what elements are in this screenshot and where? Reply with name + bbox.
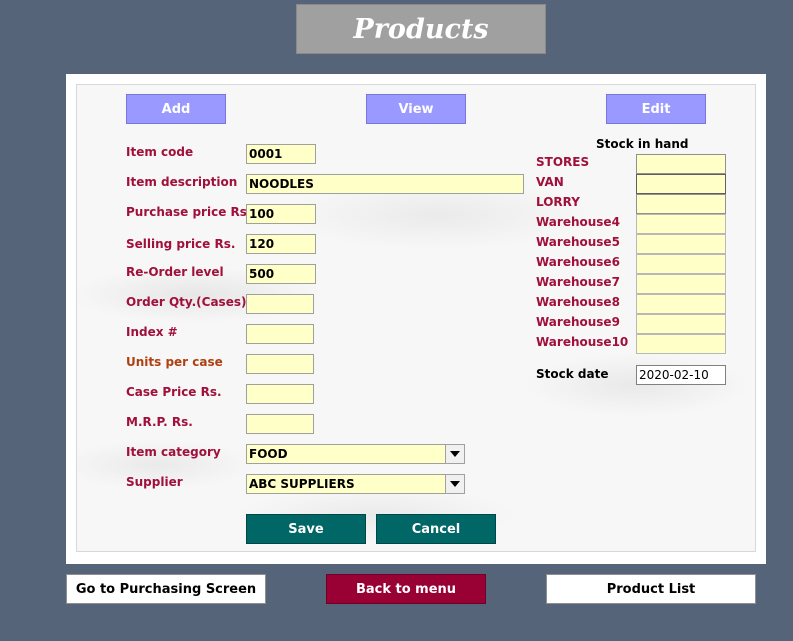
stock-location-label: Warehouse9 — [536, 315, 620, 329]
stock-date-label: Stock date — [536, 367, 609, 381]
stock-qty-field[interactable] — [636, 274, 726, 294]
stock-qty-field[interactable] — [636, 154, 726, 174]
index-field[interactable] — [246, 324, 314, 344]
reorder-level-field[interactable]: 500 — [246, 264, 316, 284]
mrp-label: M.R.P. Rs. — [126, 415, 193, 429]
stock-qty-field[interactable] — [636, 294, 726, 314]
units-per-case-field[interactable] — [246, 354, 314, 374]
stock-qty-field[interactable] — [636, 234, 726, 254]
reorder-level-label: Re-Order level — [126, 265, 224, 279]
order-qty-label: Order Qty.(Cases) — [126, 295, 247, 309]
item-description-label: Item description — [126, 175, 238, 189]
stock-location-label: Warehouse6 — [536, 255, 620, 269]
save-button[interactable]: Save — [246, 514, 366, 544]
product-list-button[interactable]: Product List — [546, 574, 756, 604]
stock-qty-field[interactable] — [636, 334, 726, 354]
item-category-select[interactable]: FOOD — [246, 444, 465, 464]
purchase-price-field[interactable]: 100 — [246, 204, 316, 224]
mrp-field[interactable] — [246, 414, 314, 434]
page-title: Products — [353, 13, 489, 45]
stock-qty-field[interactable] — [636, 214, 726, 234]
supplier-label: Supplier — [126, 475, 183, 489]
stock-qty-field[interactable] — [636, 174, 726, 194]
go-to-purchasing-button[interactable]: Go to Purchasing Screen — [66, 574, 266, 604]
supplier-select[interactable]: ABC SUPPLIERS — [246, 474, 465, 494]
view-button[interactable]: View — [366, 94, 466, 124]
stock-location-label: LORRY — [536, 195, 580, 209]
cancel-button[interactable]: Cancel — [376, 514, 496, 544]
case-price-field[interactable] — [246, 384, 314, 404]
stock-date-field[interactable]: 2020-02-10 — [636, 365, 726, 385]
case-price-label: Case Price Rs. — [126, 385, 222, 399]
stock-location-label: VAN — [536, 175, 564, 189]
selling-price-field[interactable]: 120 — [246, 234, 316, 254]
stock-location-label: STORES — [536, 155, 590, 169]
index-label: Index # — [126, 325, 178, 339]
units-per-case-label: Units per case — [126, 355, 223, 369]
edit-button[interactable]: Edit — [606, 94, 706, 124]
chevron-down-icon[interactable] — [445, 475, 464, 493]
item-description-field[interactable]: NOODLES — [246, 174, 524, 194]
stock-location-label: Warehouse7 — [536, 275, 620, 289]
stock-location-label: Warehouse10 — [536, 335, 629, 349]
stock-qty-field[interactable] — [636, 314, 726, 334]
selling-price-label: Selling price Rs. — [126, 237, 236, 251]
stock-qty-field[interactable] — [636, 194, 726, 214]
add-button[interactable]: Add — [126, 94, 226, 124]
stock-location-label: Warehouse4 — [536, 215, 620, 229]
supplier-value: ABC SUPPLIERS — [249, 477, 355, 491]
page-title-box: Products — [296, 4, 546, 54]
order-qty-field[interactable] — [246, 294, 314, 314]
stock-location-label: Warehouse5 — [536, 235, 620, 249]
chevron-down-icon[interactable] — [445, 445, 464, 463]
stock-location-label: Warehouse8 — [536, 295, 620, 309]
purchase-price-label: Purchase price Rs. — [126, 205, 252, 219]
back-to-menu-button[interactable]: Back to menu — [326, 574, 486, 604]
item-category-label: Item category — [126, 445, 221, 459]
item-code-label: Item code — [126, 145, 194, 159]
stock-qty-field[interactable] — [636, 254, 726, 274]
item-category-value: FOOD — [249, 447, 288, 461]
item-code-field[interactable]: 0001 — [246, 144, 316, 164]
stock-in-hand-heading: Stock in hand — [596, 137, 689, 151]
